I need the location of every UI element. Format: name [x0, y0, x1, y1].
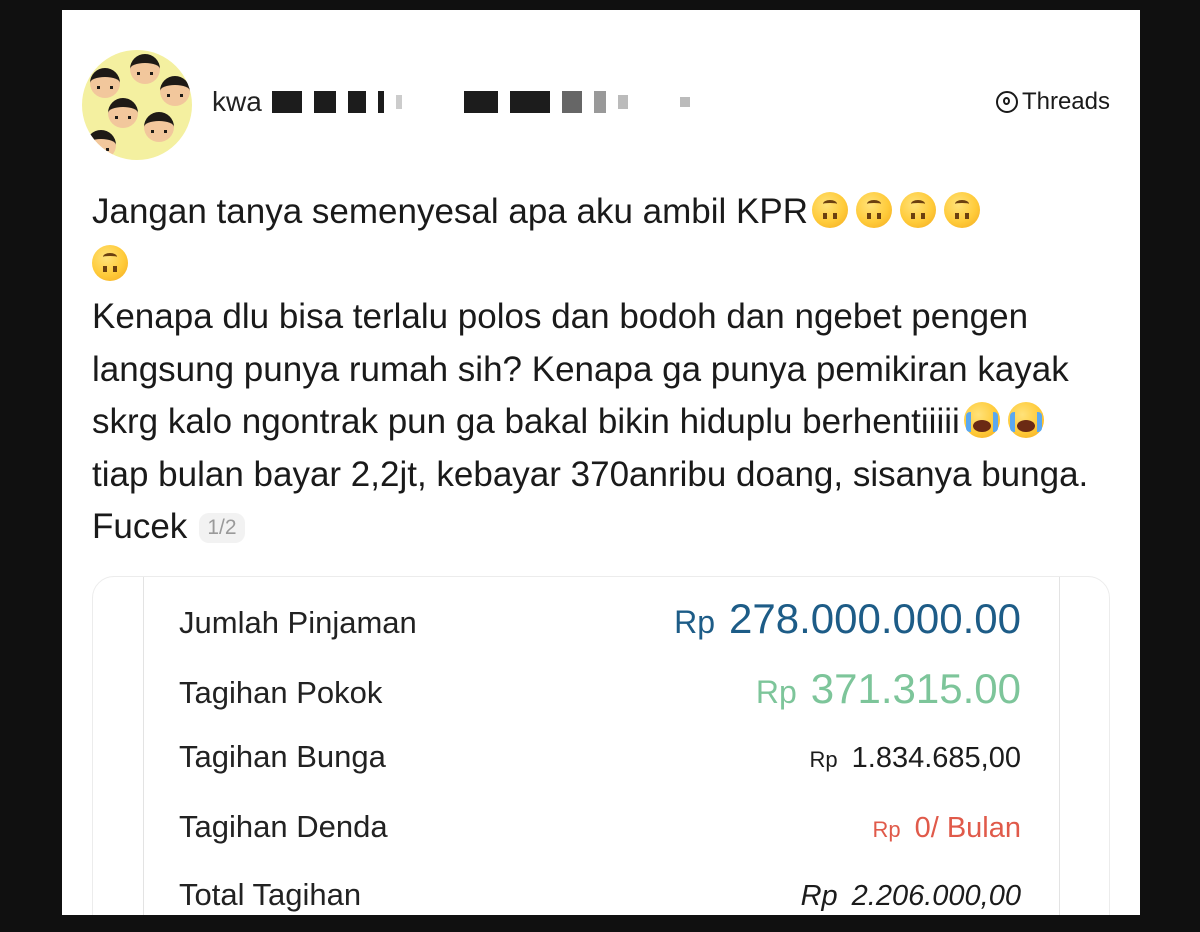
threads-logo-icon [995, 91, 1018, 113]
threads-brand: Threads [995, 88, 1110, 116]
username-text: kwa [212, 86, 262, 117]
loan-row-total-tagihan: Total Tagihan Rp 2.206.000,00 [179, 877, 1021, 913]
loudly-crying-face-icon [1007, 402, 1044, 438]
upside-down-face-icon [92, 244, 128, 281]
post-text-line1: Jangan tanya semenyesal apa aku ambil KP… [92, 192, 808, 231]
loan-row-amount: Rp 278.000.000.00 [674, 595, 1021, 643]
currency-label: Rp [755, 674, 797, 710]
loan-row-jumlah-pinjaman: Jumlah Pinjaman Rp 278.000.000.00 [179, 595, 1021, 643]
avatar-face-icon [130, 54, 160, 84]
amount-value: 1.834.685,00 [851, 742, 1021, 774]
upside-down-face-icon [811, 192, 848, 228]
loan-row-amount: Rp 1.834.685,00 [810, 742, 1021, 775]
loan-row-amount: Rp 0/ Bulan [872, 812, 1021, 845]
amount-value: 371.315.00 [810, 665, 1021, 712]
avatar-face-icon [86, 130, 116, 160]
amount-value: 0/ Bulan [914, 812, 1021, 844]
currency-label: Rp [674, 604, 716, 640]
avatar-face-icon [160, 76, 190, 106]
avatar-face-icon [108, 98, 138, 128]
loan-row-label: Total Tagihan [179, 877, 362, 912]
avatar[interactable] [82, 50, 192, 160]
loan-bill-panel: Jumlah Pinjaman Rp 278.000.000.00 Tagihan… [143, 577, 1060, 915]
loan-row-amount: Rp 2.206.000,00 [801, 880, 1021, 913]
amount-value: 278.000.000.00 [729, 595, 1021, 642]
upside-down-face-icon [899, 192, 936, 228]
username-redaction [271, 91, 690, 113]
post-card: kwa Threads Jangan tanya semenyesal apa … [62, 10, 1140, 915]
loan-row-tagihan-denda: Tagihan Denda Rp 0/ Bulan [179, 809, 1021, 845]
loan-row-label: Tagihan Denda [179, 809, 388, 844]
avatar-face-icon [90, 68, 120, 98]
loan-bill-screenshot: Jumlah Pinjaman Rp 278.000.000.00 Tagihan… [92, 576, 1110, 915]
currency-label: Rp [872, 817, 901, 842]
loudly-crying-face-icon [963, 402, 1000, 438]
threads-label: Threads [1021, 88, 1110, 115]
loan-row-amount: Rp 371.315.00 [756, 665, 1021, 713]
loan-row-tagihan-bunga: Tagihan Bunga Rp 1.834.685,00 [179, 739, 1021, 775]
currency-label: Rp [800, 880, 838, 912]
loan-row-label: Tagihan Bunga [179, 739, 386, 774]
amount-value: 2.206.000,00 [851, 880, 1021, 912]
upside-down-face-icon [855, 192, 892, 228]
post-paragraph-2: Kenapa dlu bisa terlalu polos dan bodoh … [92, 291, 1112, 554]
upside-down-face-icon [943, 192, 980, 228]
post-text-line2: Kenapa dlu bisa terlalu polos dan bodoh … [92, 297, 1069, 441]
loan-row-label: Tagihan Pokok [179, 675, 383, 710]
loan-row-tagihan-pokok: Tagihan Pokok Rp 371.315.00 [179, 665, 1021, 713]
currency-label: Rp [809, 747, 838, 772]
loan-row-label: Jumlah Pinjaman [179, 605, 417, 640]
avatar-face-icon [144, 112, 174, 142]
post-text: Jangan tanya semenyesal apa aku ambil KP… [92, 186, 1112, 554]
username[interactable]: kwa [212, 86, 690, 118]
post-paragraph-1: Jangan tanya semenyesal apa aku ambil KP… [92, 186, 1112, 291]
page-indicator[interactable]: 1/2 [199, 513, 245, 543]
